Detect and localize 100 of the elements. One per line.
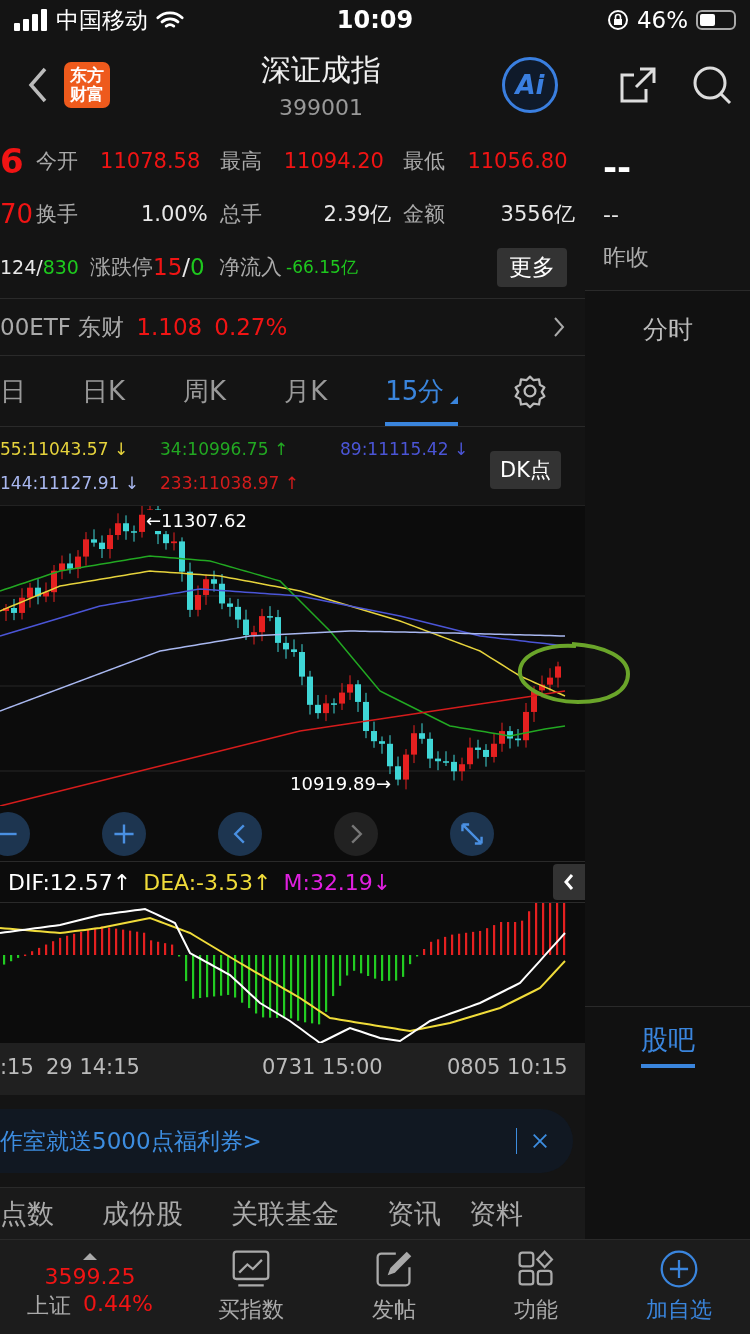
time-axis-label: 29 14:15 [46, 1055, 140, 1079]
bottom-tab[interactable]: 发帖 [322, 1249, 465, 1325]
macd-bar [248, 955, 251, 1009]
stat-label: 总手 [219, 201, 263, 228]
macd-bar [66, 935, 69, 955]
chevron-right-icon[interactable] [553, 316, 565, 338]
battery-icon [696, 10, 736, 30]
macd-bar [409, 955, 412, 965]
dk-button[interactable]: DK点 [490, 451, 561, 489]
macd-bar [479, 930, 482, 955]
macd-bar [367, 955, 370, 976]
macd-bar [171, 944, 174, 955]
macd-bar [542, 903, 545, 955]
bottom-tab[interactable]: 加自选 [607, 1249, 750, 1325]
macd-bar [31, 951, 34, 955]
stat-label: 涨跌停 [90, 254, 153, 282]
macd-bar [472, 931, 475, 955]
promo-text[interactable]: 作室就送5000点福利券> [0, 1125, 262, 1157]
macd-bar [374, 955, 377, 979]
macd-bar [430, 941, 433, 955]
ma-legend-item: 89:11115.42 ↓ [340, 439, 470, 459]
macd-bar [486, 928, 489, 955]
macd-bar [122, 929, 125, 955]
ai-button[interactable]: Ai [502, 57, 558, 113]
ma-legend-item: 144:11127.91 ↓ [0, 473, 140, 493]
macd-bar [59, 937, 62, 955]
macd-bar [346, 955, 349, 976]
macd-bar [52, 941, 55, 955]
macd-bar [521, 920, 524, 955]
period-tab[interactable]: 月K [284, 356, 328, 426]
macd-bar [227, 955, 230, 995]
macd-bar [444, 936, 447, 955]
macd-legend-item: M:32.19↓ [283, 869, 392, 895]
collapse-button[interactable] [553, 864, 585, 900]
macd-bar [220, 955, 223, 996]
price-value: 6 [0, 140, 25, 181]
prev-close-label: 昨收 [603, 242, 650, 272]
section-tab[interactable]: 资讯 [387, 1196, 441, 1232]
period-tab[interactable]: 周K [183, 356, 227, 426]
close-icon[interactable] [531, 1132, 549, 1150]
stat-value: 11094.20 [283, 148, 385, 173]
macd-bar [3, 955, 6, 965]
section-tab[interactable]: 关联基金 [231, 1196, 339, 1232]
macd-bar [234, 955, 237, 998]
etf-change: 0.27% [214, 314, 288, 340]
section-tab[interactable]: 资料 [469, 1196, 523, 1232]
macd-bar [241, 955, 244, 1003]
carrier-name: 中国移动 [56, 5, 148, 35]
fullscreen-button[interactable] [450, 811, 494, 856]
period-tab[interactable]: 日 [0, 356, 26, 426]
time-axis-label: 0731 15:00 [262, 1055, 383, 1079]
index-value: 3599.25 [44, 1264, 136, 1289]
stat-label: 净流入 [219, 254, 282, 282]
back-icon[interactable] [28, 67, 48, 103]
macd-bar [101, 926, 104, 955]
macd-bar [262, 955, 265, 1018]
stat-value: 11078.58 [100, 148, 202, 173]
period-tab[interactable]: 日K [82, 356, 126, 426]
macd-bar [199, 955, 202, 998]
macd-bar [255, 955, 258, 1014]
index-ticker[interactable]: 3599.25 上证 0.44% [0, 1253, 180, 1321]
promo-banner[interactable]: 作室就送5000点福利券> [0, 1109, 573, 1173]
stat-value: 1.00% [139, 202, 209, 226]
index-change: 0.44% [83, 1291, 153, 1318]
macd-bar [143, 932, 146, 955]
settings-icon[interactable] [512, 373, 549, 409]
macd-bar [395, 955, 398, 981]
scroll-left-button[interactable] [218, 811, 262, 856]
intraday-tab[interactable]: 分时 [585, 313, 750, 346]
stat-label: 今开 [36, 147, 80, 175]
bottom-tab[interactable]: 买指数 [180, 1249, 323, 1325]
macd-bar [290, 955, 293, 1019]
low-price-label: 10919.89→ [290, 773, 391, 794]
bottom-tab[interactable]: 功能 [465, 1249, 608, 1325]
zoom-in-button[interactable] [102, 811, 146, 856]
macd-bar [24, 954, 27, 957]
etf-name: 00ETF 东财 [0, 312, 125, 342]
forum-tab[interactable]: 股吧 [640, 1021, 695, 1068]
macd-bar [150, 940, 153, 955]
macd-bar [129, 930, 132, 955]
macd-bar [500, 922, 503, 955]
macd-bar [94, 928, 97, 955]
macd-bar [206, 955, 209, 998]
macd-bar [437, 939, 440, 955]
macd-bar [38, 947, 41, 955]
search-icon[interactable] [692, 65, 732, 105]
scroll-right-button[interactable] [334, 811, 378, 856]
signal-icon [14, 9, 48, 31]
more-button[interactable]: 更多 [497, 247, 567, 287]
macd-bar [556, 903, 559, 955]
high-price-label: ←11307.62 [146, 510, 247, 531]
section-tab[interactable]: 成份股 [102, 1196, 183, 1232]
share-icon[interactable] [618, 65, 658, 105]
macd-bar [80, 931, 83, 955]
stat-value: 2.39亿 [322, 201, 393, 228]
period-tab[interactable]: 15分 [385, 356, 459, 426]
wifi-icon [156, 9, 184, 31]
chart-monitor-icon [231, 1249, 272, 1289]
section-tab[interactable]: 点数 [0, 1196, 54, 1232]
macd-bar [493, 925, 496, 955]
